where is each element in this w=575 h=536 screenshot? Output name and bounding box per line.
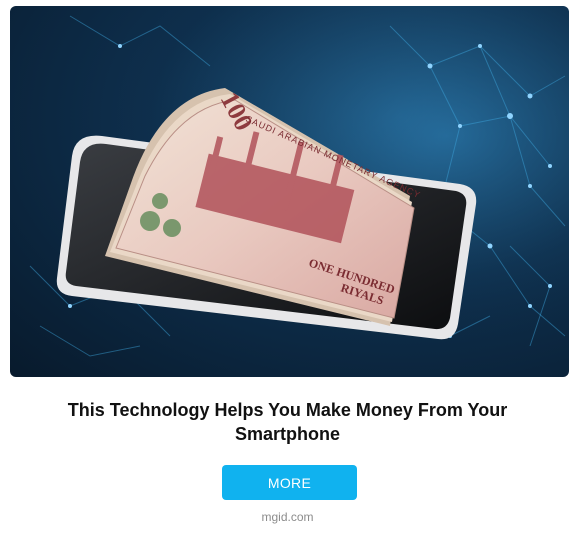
ad-source-link[interactable]: mgid.com: [0, 510, 575, 524]
ad-image-illustration: 100 SAUDI ARABIAN MONETARY AGENCY ONE HU…: [10, 6, 569, 377]
ad-image[interactable]: 100 SAUDI ARABIAN MONETARY AGENCY ONE HU…: [10, 6, 569, 377]
ad-card[interactable]: 100 SAUDI ARABIAN MONETARY AGENCY ONE HU…: [0, 0, 575, 536]
more-button[interactable]: MORE: [222, 465, 357, 500]
ad-headline[interactable]: This Technology Helps You Make Money Fro…: [40, 398, 535, 446]
